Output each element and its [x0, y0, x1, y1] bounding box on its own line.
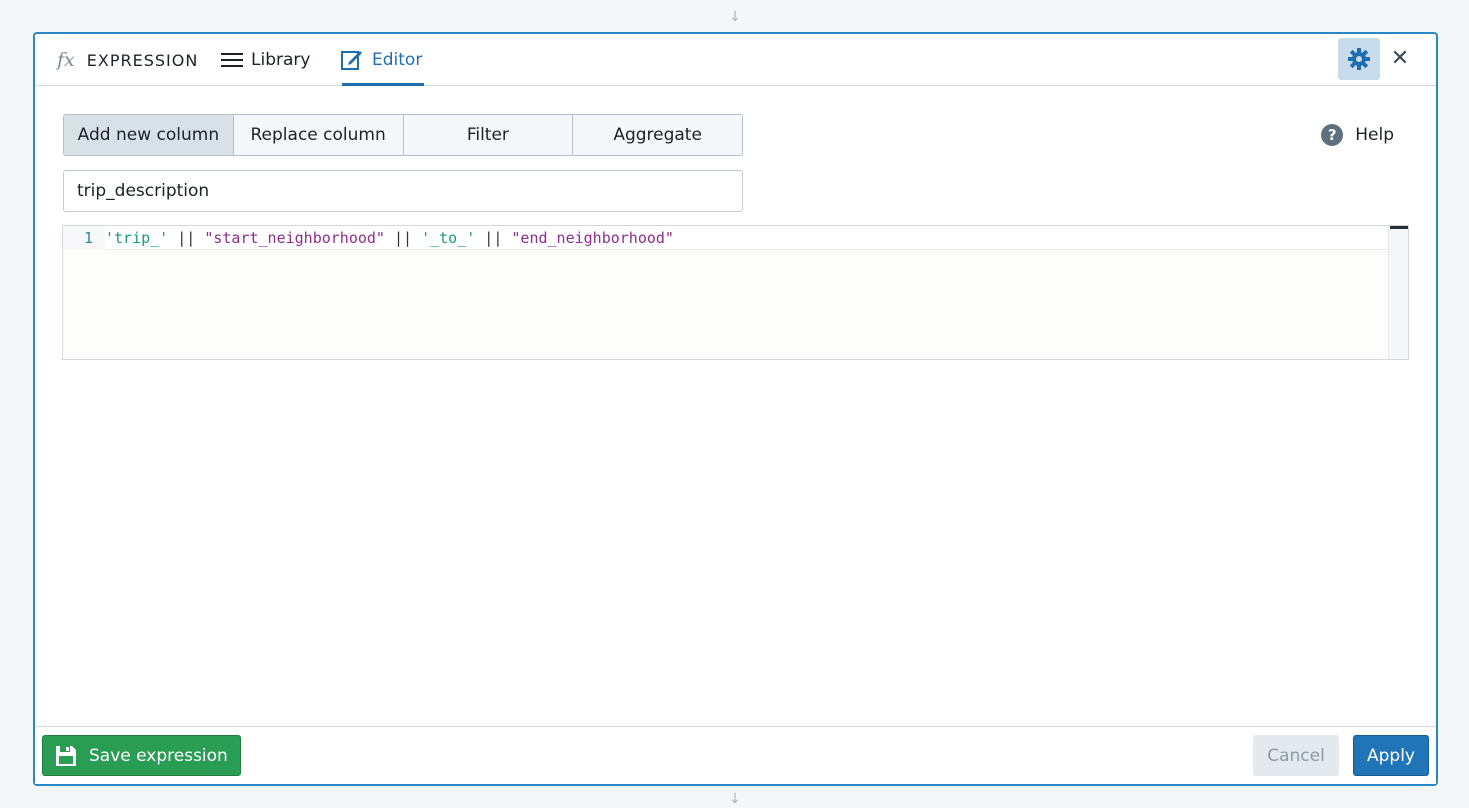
tab-editor[interactable]: Editor: [340, 34, 422, 86]
mode-aggregate[interactable]: Aggregate: [573, 115, 742, 155]
save-expression-button[interactable]: Save expression: [42, 735, 241, 776]
token-operator: ||: [168, 228, 205, 247]
token-string: 'trip_': [105, 228, 169, 247]
close-button[interactable]: ✕: [1388, 46, 1412, 72]
gear-icon: [1348, 48, 1370, 70]
apply-button[interactable]: Apply: [1353, 735, 1429, 776]
column-name-input[interactable]: trip_description: [63, 170, 743, 212]
fx-icon: fx: [57, 49, 75, 71]
active-tab-indicator: [342, 83, 424, 86]
panel-footer: Save expression Cancel Apply: [35, 726, 1436, 784]
close-icon: ✕: [1390, 46, 1410, 71]
settings-button[interactable]: [1338, 38, 1380, 80]
cancel-button[interactable]: Cancel: [1253, 735, 1339, 776]
mode-filter[interactable]: Filter: [403, 115, 574, 155]
code-line: 1 'trip_' || "start_neighborhood" || '_t…: [63, 225, 1388, 250]
help-icon: ?: [1321, 124, 1344, 146]
list-icon: [221, 51, 243, 69]
expression-panel: fx EXPRESSION Library Editor ✕ Add new c…: [33, 32, 1438, 786]
line-number: 1: [63, 225, 105, 250]
floppy-disk-icon: [56, 745, 76, 766]
token-string: '_to_': [421, 228, 476, 247]
mode-replace-column[interactable]: Replace column: [233, 115, 404, 155]
help-link[interactable]: ? Help: [1321, 122, 1394, 148]
mode-add-new-column[interactable]: Add new column: [64, 115, 234, 155]
expression-title: fx EXPRESSION: [57, 34, 198, 86]
code-text: 'trip_' || "start_neighborhood" || '_to_…: [105, 229, 674, 247]
token-column: "end_neighborhood": [511, 228, 674, 247]
edit-icon: [341, 51, 362, 70]
tab-library[interactable]: Library: [221, 34, 310, 86]
help-label: Help: [1355, 125, 1394, 145]
token-operator: ||: [384, 228, 422, 247]
scrollbar-thumb[interactable]: [1390, 226, 1408, 229]
tab-editor-label: Editor: [372, 50, 423, 70]
mode-selector: Add new column Replace column Filter Agg…: [63, 114, 743, 156]
tab-library-label: Library: [251, 50, 311, 70]
token-operator: ||: [475, 228, 512, 247]
token-column: "start_neighborhood": [204, 228, 385, 247]
editor-scrollbar[interactable]: [1388, 226, 1408, 359]
expression-title-label: EXPRESSION: [86, 50, 199, 70]
code-editor[interactable]: 1 'trip_' || "start_neighborhood" || '_t…: [62, 225, 1409, 360]
save-expression-label: Save expression: [89, 745, 228, 766]
connector-arrow-top-icon: ↓: [729, 9, 741, 25]
connector-arrow-bottom-icon: ↓: [729, 791, 741, 807]
panel-header: fx EXPRESSION Library Editor ✕: [35, 34, 1436, 86]
